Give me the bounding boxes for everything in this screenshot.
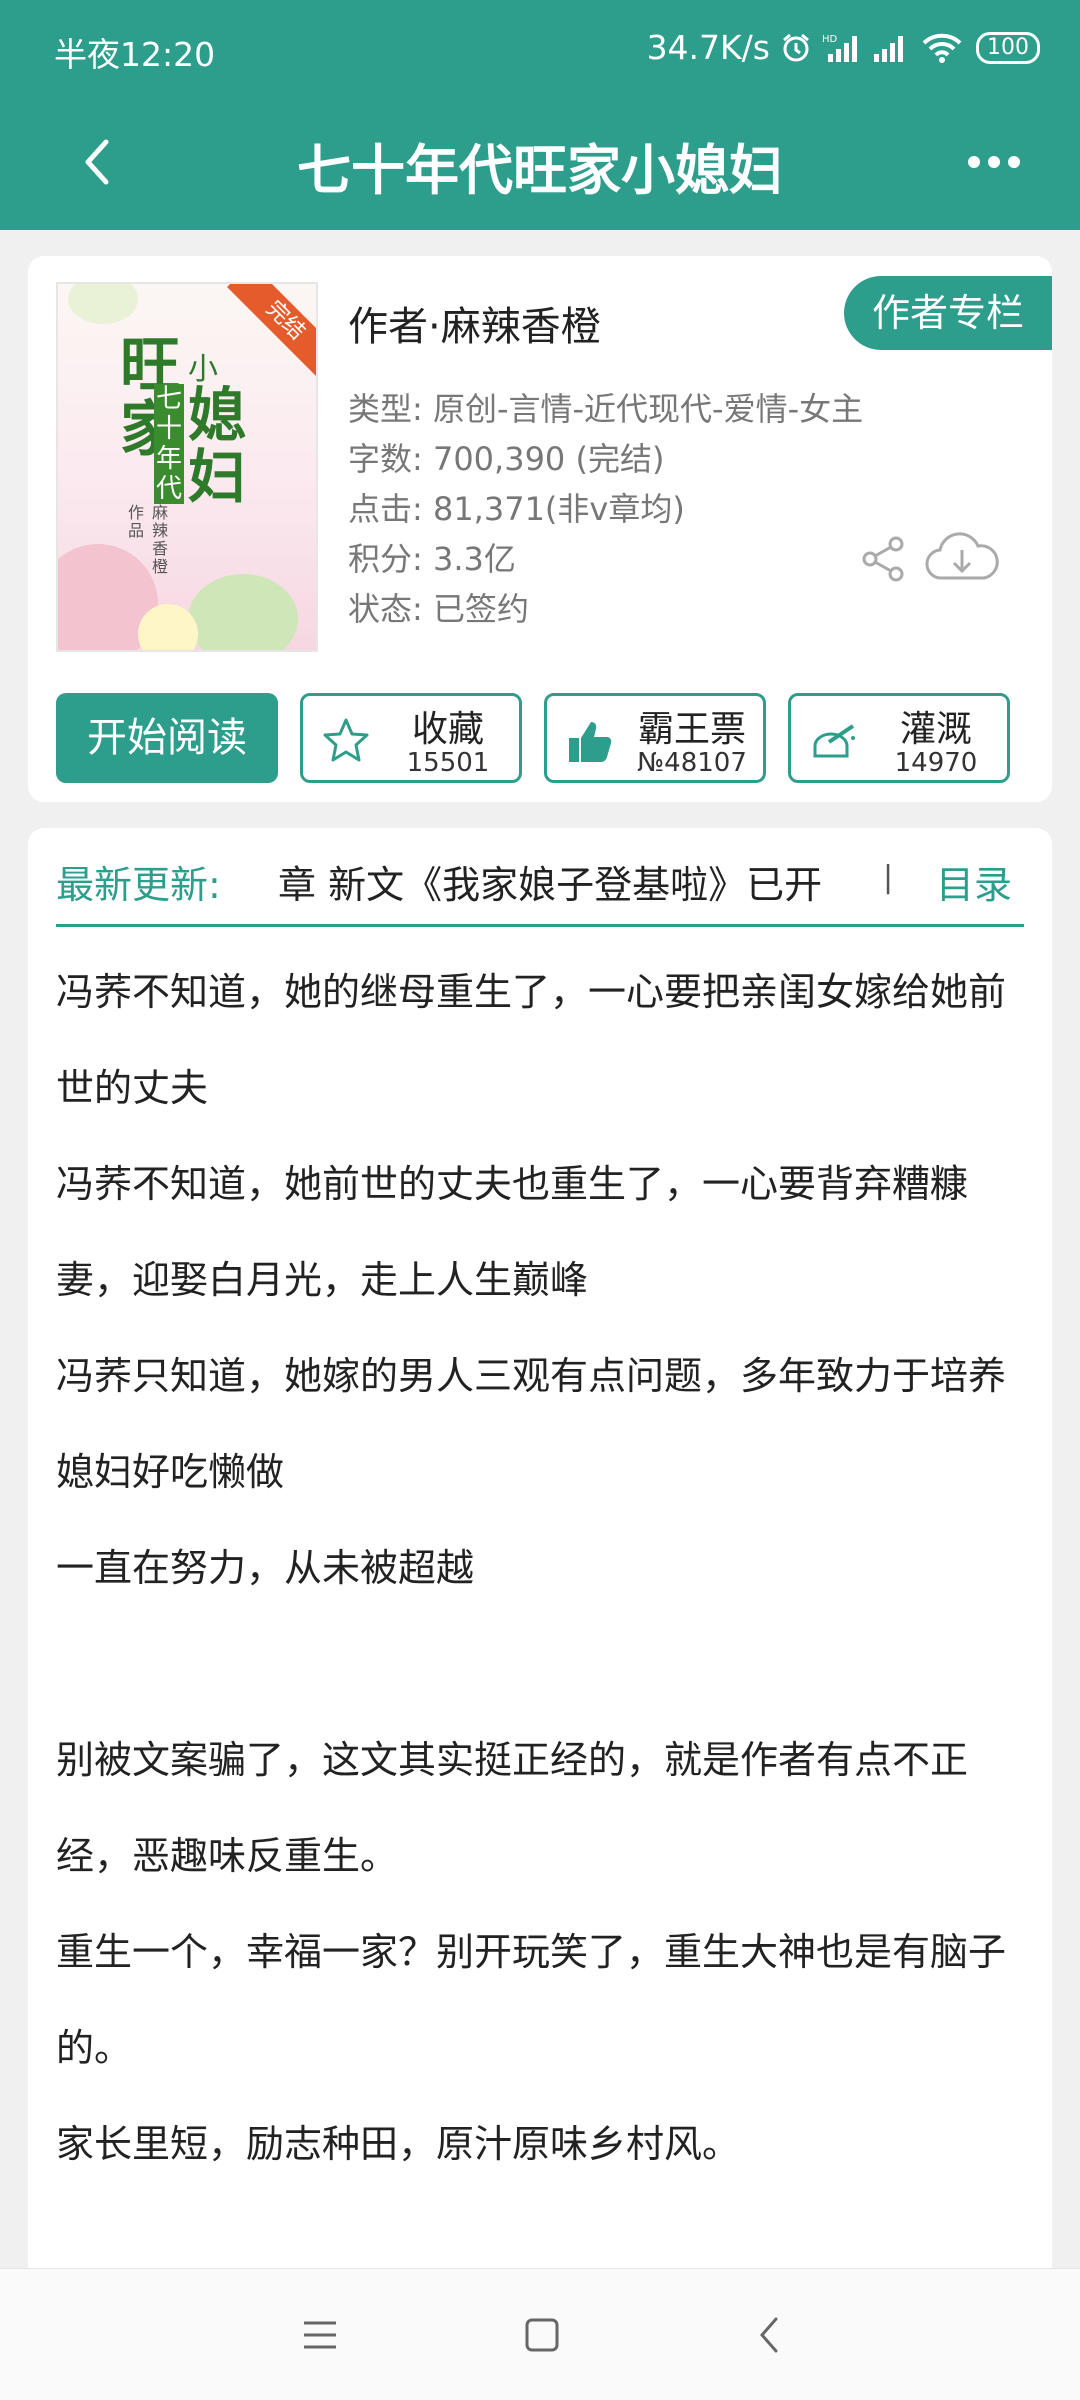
- favorite-button[interactable]: 收藏 15501: [300, 693, 522, 783]
- meta-score: 积分: 3.3亿: [348, 540, 516, 578]
- meta-clicks: 点击: 81,371(非v章均): [348, 490, 685, 528]
- cover-title-col2: 媳妇: [188, 381, 247, 511]
- update-separator: |: [883, 860, 894, 895]
- menu-icon[interactable]: [290, 2309, 350, 2361]
- status-bar: 半夜12:20 34.7K/s HD 100: [0, 0, 1080, 96]
- share-icon[interactable]: [858, 534, 908, 584]
- latest-update-text[interactable]: 章 新文《我家娘子登基啦》已开: [278, 854, 888, 914]
- cover-title-col3: 七十年代: [154, 384, 184, 504]
- table-of-contents-link[interactable]: 目录: [936, 854, 1012, 909]
- signal-hd-icon: HD: [822, 32, 862, 64]
- alarm-icon: [780, 32, 812, 64]
- system-nav-bar: [0, 2268, 1080, 2400]
- page-title: 七十年代旺家小媳妇: [297, 139, 783, 202]
- book-description: 冯荞不知道，她的继母重生了，一心要把亲闺女嫁给她前世的丈夫 冯荞不知道，她前世的…: [56, 944, 1036, 2192]
- status-right: 34.7K/s HD 100: [647, 28, 1040, 67]
- book-cover[interactable]: 完结 旺家 小 媳妇 七十年代 作品 麻辣香橙: [56, 282, 318, 652]
- divider: [56, 924, 1024, 927]
- header: 半夜12:20 34.7K/s HD 100 七十年代旺家小媳妇: [0, 0, 1080, 230]
- vote-button[interactable]: 霸王票 №48107: [544, 693, 766, 783]
- description-paragraph: [56, 1616, 1036, 1712]
- nav-bar: 七十年代旺家小媳妇: [0, 96, 1080, 230]
- water-button[interactable]: 灌溉 14970: [788, 693, 1010, 783]
- vote-label: 霸王票: [637, 709, 746, 750]
- author-name[interactable]: 作者·麻辣香橙: [348, 294, 601, 352]
- vote-count: №48107: [637, 748, 747, 778]
- back-icon[interactable]: [740, 2309, 800, 2361]
- net-speed: 34.7K/s: [646, 28, 770, 67]
- description-paragraph: 一直在努力，从未被超越: [56, 1546, 475, 1590]
- cover-author: 麻辣香橙: [152, 503, 169, 576]
- book-detail-card: 最新更新: 章 新文《我家娘子登基啦》已开 | 目录 冯荞不知道，她的继母重生了…: [28, 828, 1052, 2268]
- download-icon[interactable]: [924, 528, 1000, 588]
- favorite-count: 15501: [406, 748, 490, 778]
- signal-icon: [872, 32, 912, 64]
- meta-genre: 类型: 原创-言情-近代现代-爱情-女主: [348, 390, 864, 428]
- cover-decoration: [68, 284, 138, 324]
- book-info-card: 完结 旺家 小 媳妇 七十年代 作品 麻辣香橙 作者·麻辣香橙 作者专栏 类型:…: [28, 256, 1052, 802]
- water-count: 14970: [894, 748, 978, 778]
- home-icon[interactable]: [512, 2309, 572, 2361]
- wifi-icon: [922, 32, 962, 64]
- star-icon: [321, 716, 371, 766]
- cover-decoration: [188, 574, 298, 650]
- thumbs-up-icon: [565, 716, 615, 766]
- author-column-button[interactable]: 作者专栏: [844, 276, 1052, 350]
- watering-can-icon: [809, 716, 859, 766]
- description-paragraph: 重生一个，幸福一家？别开玩笑了，重生大神也是有脑子的。: [56, 1930, 1007, 2070]
- cover-works: 作品: [128, 503, 145, 540]
- description-paragraph: 冯荞不知道，她前世的丈夫也重生了，一心要背弃糟糠妻，迎娶白月光，走上人生巅峰: [56, 1162, 969, 1302]
- finished-badge: 完结: [227, 284, 316, 379]
- description-paragraph: 冯荞不知道，她的继母重生了，一心要把亲闺女嫁给她前世的丈夫: [56, 970, 1007, 1110]
- battery-indicator: 100: [976, 31, 1040, 64]
- water-label: 灌溉: [899, 709, 972, 750]
- meta-state: 状态: 已签约: [348, 590, 529, 628]
- more-icon[interactable]: [954, 132, 1034, 192]
- description-paragraph: 家长里短，励志种田，原汁原味乡村风。: [56, 2122, 741, 2166]
- meta-words: 字数: 700,390 (完结): [348, 440, 665, 478]
- book-meta: 类型: 原创-言情-近代现代-爱情-女主 字数: 700,390 (完结) 点击…: [348, 384, 863, 634]
- favorite-label: 收藏: [411, 709, 484, 750]
- description-paragraph: 冯荞只知道，她嫁的男人三观有点问题，多年致力于培养媳妇好吃懒做: [56, 1354, 1007, 1494]
- description-paragraph: 别被文案骗了，这文其实挺正经的，就是作者有点不正经，恶趣味反重生。: [56, 1738, 969, 1878]
- latest-update-label: 最新更新:: [56, 863, 221, 907]
- start-reading-button[interactable]: 开始阅读: [56, 693, 278, 783]
- svg-text:HD: HD: [822, 34, 838, 45]
- status-time: 半夜12:20: [54, 35, 216, 74]
